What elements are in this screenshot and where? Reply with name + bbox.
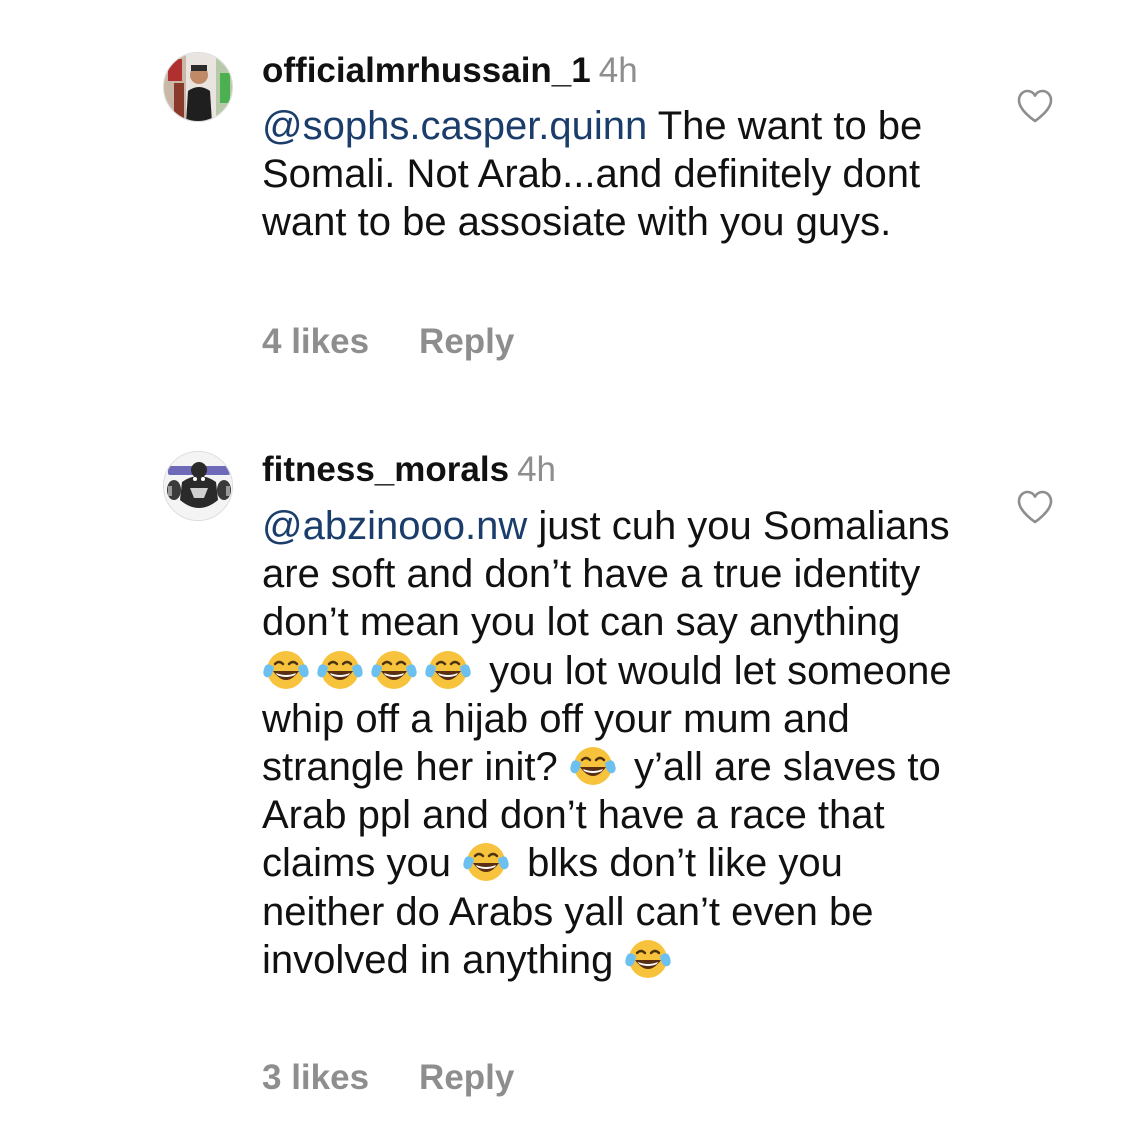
timestamp: 4h <box>598 51 638 90</box>
tears-of-joy-emoji <box>425 650 471 689</box>
comment-text: @abzinooo.nw just cuh you Somalians are … <box>262 502 962 984</box>
tears-of-joy-emoji <box>570 747 616 786</box>
tears-of-joy-emoji <box>463 843 509 882</box>
heart-outline-icon[interactable] <box>1016 489 1054 525</box>
avatar[interactable] <box>163 451 233 521</box>
reply-button[interactable]: Reply <box>419 1058 514 1097</box>
mention-link[interactable]: @abzinooo.nw <box>262 504 527 548</box>
likes-count[interactable]: 3 likes <box>262 1058 369 1097</box>
username[interactable]: officialmrhussain_1 <box>262 51 591 90</box>
comment-actions: 3 likes Reply <box>262 1058 514 1098</box>
reply-button[interactable]: Reply <box>419 322 514 361</box>
comment-header: officialmrhussain_1 4h <box>262 51 638 91</box>
person-photo-icon <box>164 53 232 121</box>
comment-actions: 4 likes Reply <box>262 322 514 362</box>
mention-link[interactable]: @sophs.casper.quinn <box>262 104 647 148</box>
comment-header: fitness_morals 4h <box>262 450 556 490</box>
likes-count[interactable]: 4 likes <box>262 322 369 361</box>
username[interactable]: fitness_morals <box>262 450 509 489</box>
comment-text: @sophs.casper.quinn The want to be Somal… <box>262 102 962 247</box>
timestamp: 4h <box>517 450 556 489</box>
tears-of-joy-emoji <box>371 650 417 689</box>
tears-of-joy-emoji <box>317 650 363 689</box>
avatar[interactable] <box>163 52 233 122</box>
tears-of-joy-emoji <box>625 939 672 978</box>
heart-outline-icon[interactable] <box>1016 88 1054 124</box>
tears-of-joy-emoji <box>263 650 309 689</box>
gorilla-logo-icon <box>164 452 232 520</box>
